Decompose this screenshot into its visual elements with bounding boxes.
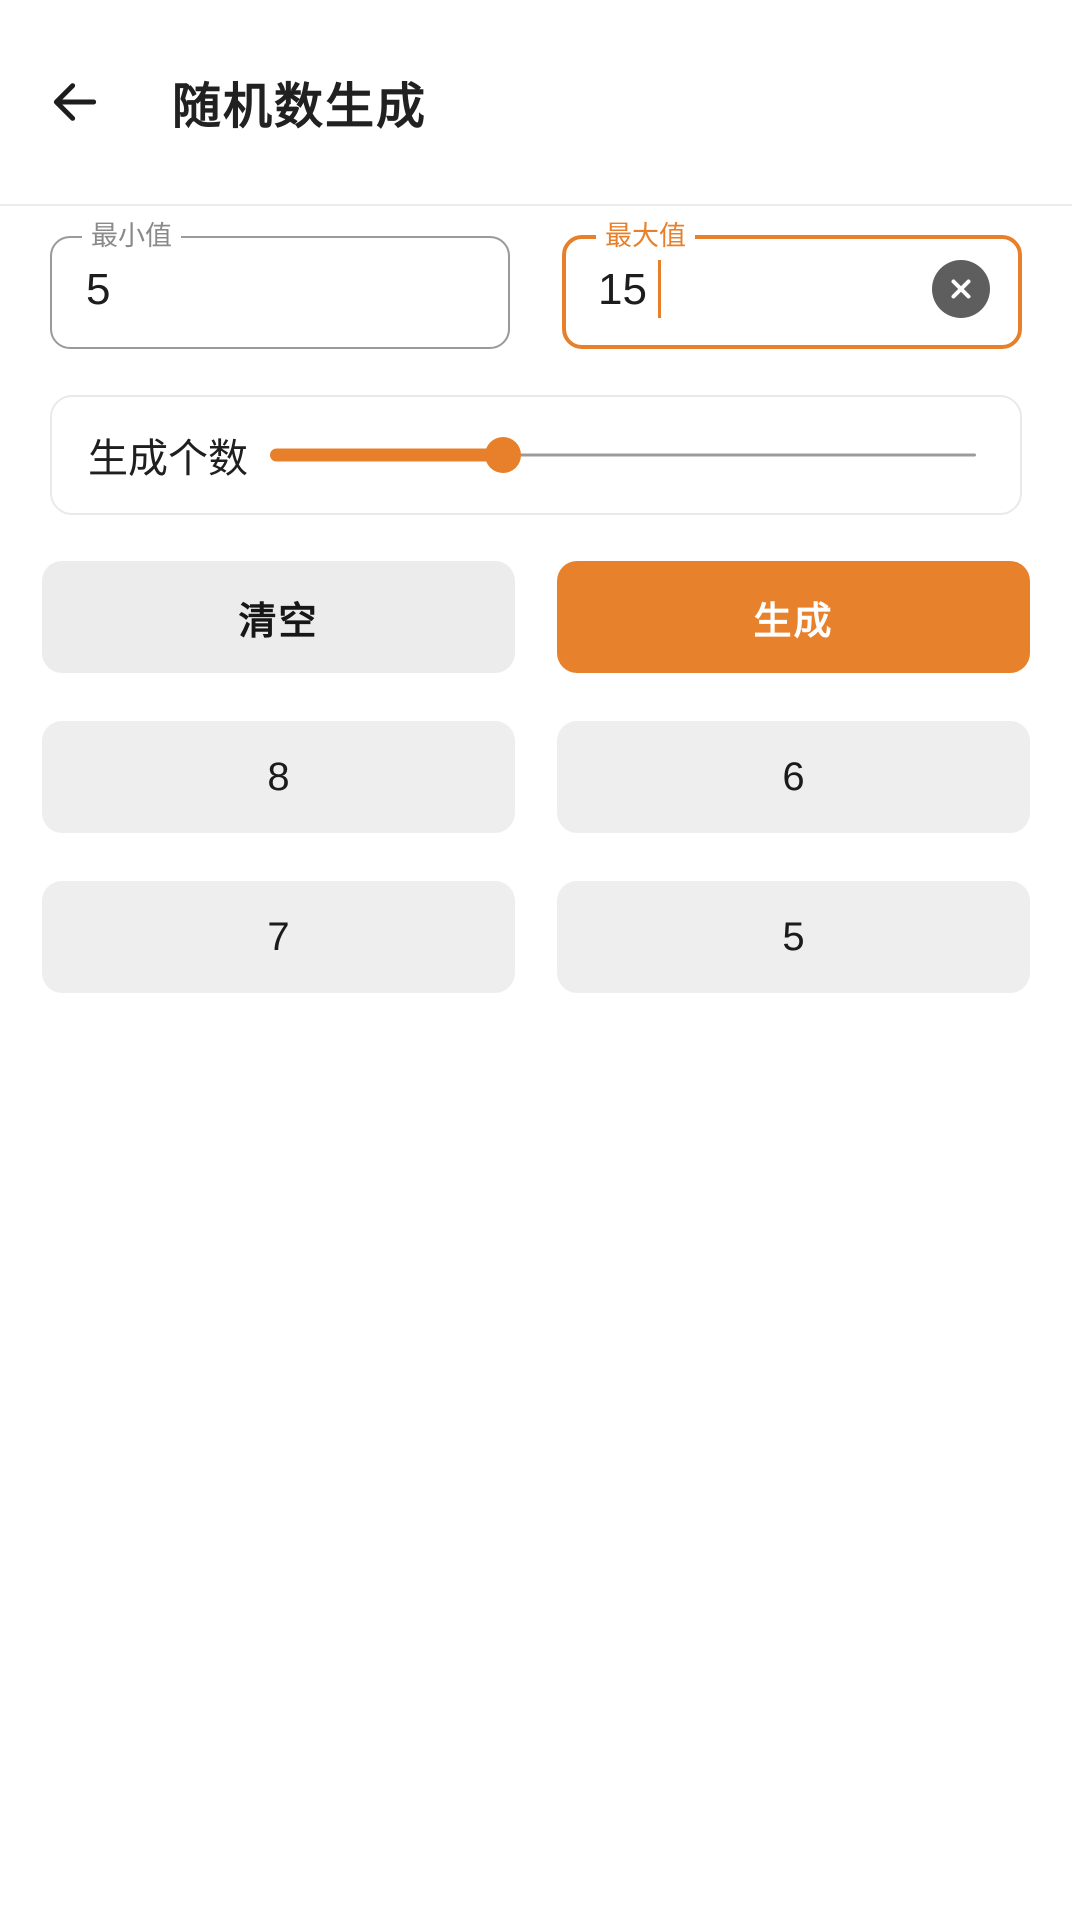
min-value-input[interactable]: [80, 254, 480, 326]
result-row: 8 6: [42, 721, 1030, 833]
result-row: 7 5: [42, 881, 1030, 993]
range-field-row: 最小值 最大值: [0, 206, 1072, 349]
result-tile[interactable]: 5: [557, 881, 1030, 993]
max-value-field[interactable]: 最大值: [562, 232, 1022, 349]
result-tile[interactable]: 7: [42, 881, 515, 993]
text-caret: [658, 260, 661, 318]
count-slider[interactable]: [270, 425, 976, 485]
content-area: 最小值 最大值 生成个数: [0, 206, 1072, 993]
min-field-label: 最小值: [82, 223, 181, 250]
max-value-input[interactable]: [592, 254, 914, 326]
count-slider-card: 生成个数: [50, 395, 1022, 515]
page-title: 随机数生成: [172, 67, 427, 138]
results-grid: 8 6 7 5: [0, 721, 1072, 993]
arrow-left-icon: [47, 74, 103, 130]
generate-button[interactable]: 生成: [557, 561, 1030, 673]
min-value-field[interactable]: 最小值: [50, 232, 510, 349]
action-button-row: 清空 生成: [0, 515, 1072, 673]
result-tile[interactable]: 6: [557, 721, 1030, 833]
slider-fill: [270, 449, 503, 462]
back-button[interactable]: [20, 47, 130, 157]
close-circle-icon[interactable]: [932, 260, 990, 318]
slider-thumb[interactable]: [485, 437, 521, 473]
clear-button[interactable]: 清空: [42, 561, 515, 673]
max-field-label: 最大值: [596, 223, 695, 250]
app-bar: 随机数生成: [0, 0, 1072, 206]
random-number-generator-screen: 随机数生成 最小值 最大值: [0, 0, 1072, 1912]
count-slider-label: 生成个数: [88, 426, 248, 484]
result-tile[interactable]: 8: [42, 721, 515, 833]
